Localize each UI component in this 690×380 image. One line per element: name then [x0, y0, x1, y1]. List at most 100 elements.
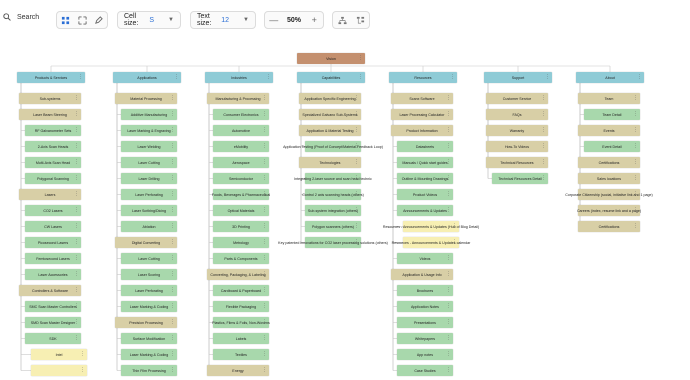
- more-options-icon[interactable]: ⋮: [262, 286, 267, 294]
- child-page-node[interactable]: Laser Perforating ⋮: [121, 285, 177, 296]
- more-options-icon[interactable]: ⋮: [74, 158, 79, 166]
- more-options-icon[interactable]: ⋮: [74, 334, 79, 342]
- page-node[interactable]: Application & Material Testing ⋮: [299, 125, 361, 136]
- child-page-node[interactable]: Polygonal Scanning ⋮: [25, 173, 81, 184]
- more-options-icon[interactable]: ⋮: [170, 254, 175, 262]
- page-node[interactable]: Scanx Software ⋮: [391, 93, 453, 104]
- more-options-icon[interactable]: ⋮: [262, 350, 267, 358]
- child-page-node[interactable]: Consumer Electronics ⋮: [213, 109, 269, 120]
- more-options-icon[interactable]: ⋮: [74, 126, 79, 134]
- page-node[interactable]: Digital Converting ⋮: [115, 237, 177, 248]
- more-options-icon[interactable]: ⋮: [354, 222, 359, 230]
- search-box[interactable]: Search: [3, 13, 39, 21]
- more-options-icon[interactable]: ⋮: [450, 73, 455, 81]
- child-page-node[interactable]: Metrology ⋮: [213, 237, 269, 248]
- child-page-node[interactable]: Case Studies ⋮: [397, 365, 453, 376]
- child-page-node[interactable]: Product Videos ⋮: [397, 189, 453, 200]
- child-page-node[interactable]: Laser Cutting ⋮: [121, 253, 177, 264]
- more-options-icon[interactable]: ⋮: [354, 238, 359, 246]
- more-options-icon[interactable]: ⋮: [170, 222, 175, 230]
- child-page-node[interactable]: Parts & Components ⋮: [213, 253, 269, 264]
- child-page-node[interactable]: Announcements & Updates ⋮: [397, 205, 453, 216]
- more-options-icon[interactable]: ⋮: [354, 190, 359, 198]
- text-size-select[interactable]: Text size: 12 ▼: [190, 11, 256, 29]
- more-options-icon[interactable]: ⋮: [174, 73, 179, 81]
- child-page-node[interactable]: Laser Drilling ⋮: [121, 173, 177, 184]
- more-options-icon[interactable]: ⋮: [74, 110, 79, 118]
- more-options-icon[interactable]: ⋮: [446, 366, 451, 374]
- page-node[interactable]: Certifications ⋮: [578, 157, 640, 168]
- page-node[interactable]: Converting, Packaging, & Labeling ⋮: [207, 269, 269, 280]
- child-page-node[interactable]: Integrating 2-laser source and scan head…: [294, 173, 372, 184]
- zoom-out-button[interactable]: —: [265, 15, 283, 25]
- child-page-node[interactable]: Textiles ⋮: [213, 349, 269, 360]
- page-node[interactable]: Events ⋮: [578, 125, 640, 136]
- more-options-icon[interactable]: ⋮: [80, 366, 85, 374]
- more-options-icon[interactable]: ⋮: [266, 73, 271, 81]
- page-node[interactable]: Energy ⋮: [207, 365, 269, 376]
- vertical-layout-button[interactable]: [351, 12, 369, 28]
- child-page-node[interactable]: Picosecond Lasers ⋮: [25, 237, 81, 248]
- tree-view-button[interactable]: [57, 12, 74, 28]
- more-options-icon[interactable]: ⋮: [541, 94, 546, 102]
- more-options-icon[interactable]: ⋮: [262, 318, 267, 326]
- child-page-node[interactable]: SMD Scan Master Designer ⋮: [25, 317, 81, 328]
- child-page-node[interactable]: Brochures ⋮: [397, 285, 453, 296]
- page-node[interactable]: Application & Usage Info ⋮: [391, 269, 453, 280]
- child-page-node[interactable]: Sub-system integration (others) ⋮: [305, 205, 361, 216]
- more-options-icon[interactable]: ⋮: [170, 270, 175, 278]
- more-options-icon[interactable]: ⋮: [354, 158, 359, 166]
- child-page-node[interactable]: Key patented innovations for CO2 laser p…: [278, 237, 388, 248]
- more-options-icon[interactable]: ⋮: [446, 142, 451, 150]
- page-node[interactable]: Specialized Galvano Sub-Systems ⋮: [299, 109, 361, 120]
- more-options-icon[interactable]: ⋮: [262, 222, 267, 230]
- more-options-icon[interactable]: ⋮: [354, 126, 359, 134]
- child-page-node[interactable]: Technical Resources Detail ⋮: [492, 173, 548, 184]
- more-options-icon[interactable]: ⋮: [74, 270, 79, 278]
- more-options-icon[interactable]: ⋮: [446, 286, 451, 294]
- page-node[interactable]: Material Processing ⋮: [115, 93, 177, 104]
- page-node[interactable]: Lasers ⋮: [19, 189, 81, 200]
- more-options-icon[interactable]: ⋮: [633, 110, 638, 118]
- more-options-icon[interactable]: ⋮: [262, 110, 267, 118]
- page-node[interactable]: Laser Processing Calculator ⋮: [391, 109, 453, 120]
- root-node[interactable]: Vision ⋮: [297, 53, 365, 64]
- more-options-icon[interactable]: ⋮: [262, 142, 267, 150]
- sitemap-canvas[interactable]: Vision ⋮ Products & Services ⋮ Sub-systems ⋮ L…: [0, 40, 690, 380]
- more-options-icon[interactable]: ⋮: [170, 142, 175, 150]
- more-options-icon[interactable]: ⋮: [170, 126, 175, 134]
- child-page-node[interactable]: CW Lasers ⋮: [25, 221, 81, 232]
- more-options-icon[interactable]: ⋮: [446, 94, 451, 102]
- child-page-node[interactable]: ⋮: [31, 365, 87, 376]
- page-node[interactable]: Product Information ⋮: [391, 125, 453, 136]
- child-page-node[interactable]: Optical Materials ⋮: [213, 205, 269, 216]
- child-page-node[interactable]: Plastics, Films & Foils, Non-Wovens ⋮: [212, 317, 270, 328]
- more-options-icon[interactable]: ⋮: [633, 158, 638, 166]
- child-page-node[interactable]: Polygon scanners (others) ⋮: [305, 221, 361, 232]
- page-node[interactable]: Laser Beam Steering ⋮: [19, 109, 81, 120]
- more-options-icon[interactable]: ⋮: [541, 174, 546, 182]
- more-options-icon[interactable]: ⋮: [262, 270, 267, 278]
- more-options-icon[interactable]: ⋮: [74, 174, 79, 182]
- child-page-node[interactable]: Multi-Axis Scan Head ⋮: [25, 157, 81, 168]
- more-options-icon[interactable]: ⋮: [74, 238, 79, 246]
- more-options-icon[interactable]: ⋮: [262, 174, 267, 182]
- more-options-icon[interactable]: ⋮: [354, 110, 359, 118]
- child-page-node[interactable]: Automotive ⋮: [213, 125, 269, 136]
- more-options-icon[interactable]: ⋮: [74, 318, 79, 326]
- child-page-node[interactable]: Application Testing (Proof of Concept/Ma…: [283, 141, 383, 152]
- more-options-icon[interactable]: ⋮: [354, 94, 359, 102]
- more-options-icon[interactable]: ⋮: [354, 206, 359, 214]
- more-options-icon[interactable]: ⋮: [633, 174, 638, 182]
- more-options-icon[interactable]: ⋮: [78, 73, 83, 81]
- more-options-icon[interactable]: ⋮: [262, 302, 267, 310]
- child-page-node[interactable]: Resources - Announcements & Updates cale…: [392, 237, 470, 248]
- child-page-node[interactable]: RF Galvanometer Sets ⋮: [25, 125, 81, 136]
- child-page-node[interactable]: Datasheets ⋮: [397, 141, 453, 152]
- more-options-icon[interactable]: ⋮: [358, 73, 363, 81]
- more-options-icon[interactable]: ⋮: [633, 190, 638, 198]
- more-options-icon[interactable]: ⋮: [262, 126, 267, 134]
- more-options-icon[interactable]: ⋮: [633, 94, 638, 102]
- more-options-icon[interactable]: ⋮: [170, 286, 175, 294]
- child-page-node[interactable]: Laser Scribing/Dicing ⋮: [121, 205, 177, 216]
